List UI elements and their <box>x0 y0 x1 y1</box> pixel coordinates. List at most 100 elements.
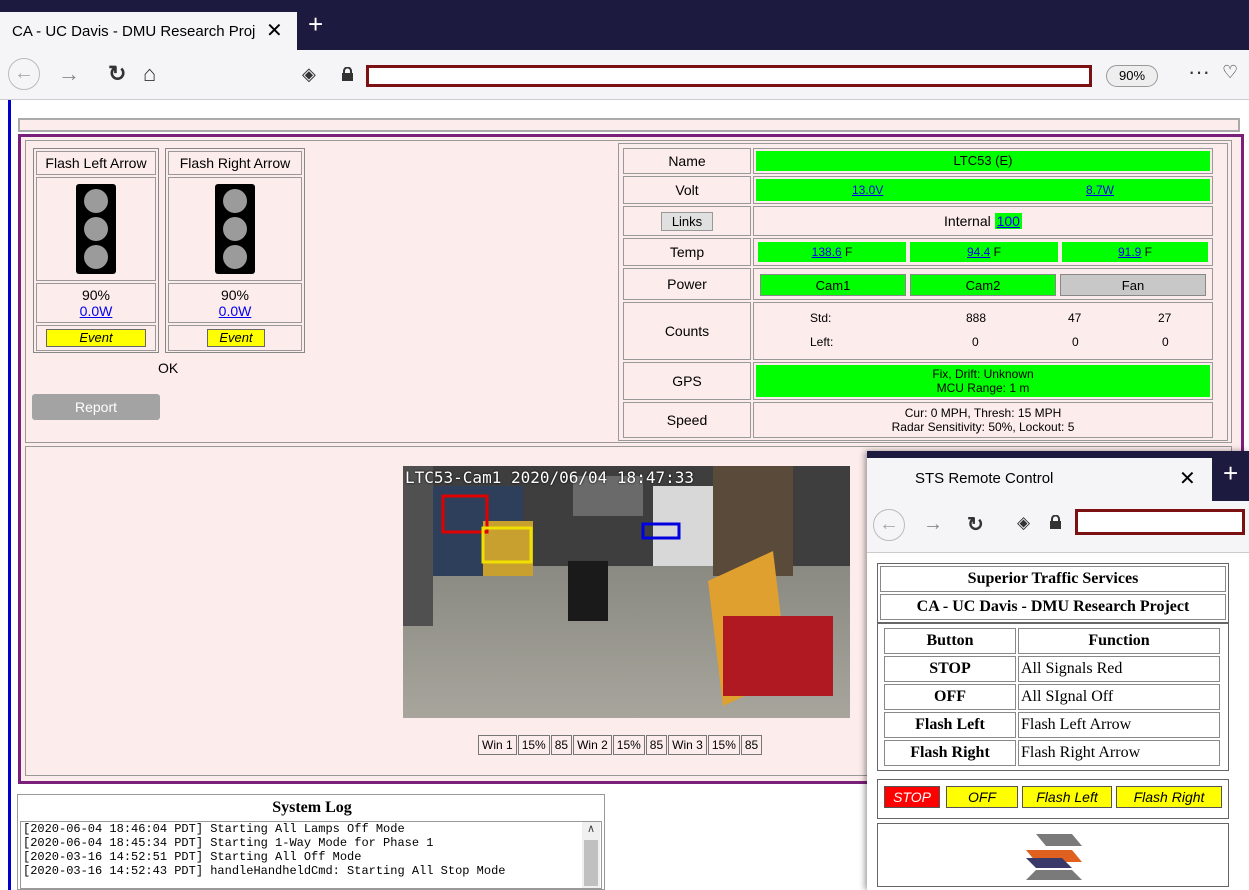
off-button[interactable]: OFF <box>946 786 1018 808</box>
links-text: Internal <box>944 213 991 229</box>
flash-right-button[interactable]: Flash Right <box>1116 786 1222 808</box>
popup-tab-title: STS Remote Control <box>915 470 1054 487</box>
lock-icon <box>341 66 354 81</box>
company-header: Superior Traffic Services CA - UC Davis … <box>877 563 1229 623</box>
counts-left-label: Left: <box>810 335 834 349</box>
win2-threshold[interactable]: 15% <box>612 735 645 755</box>
stop-button[interactable]: STOP <box>884 786 940 808</box>
log-line: [2020-06-04 18:46:04 PDT] Starting All L… <box>23 822 405 836</box>
scroll-thumb[interactable] <box>584 840 598 886</box>
camera-timestamp: LTC53-Cam1 2020/06/04 18:47:33 <box>405 468 694 487</box>
temp-cell: 138.6 F 94.4 F 91.9 F <box>753 238 1213 266</box>
win1-label[interactable]: Win 1 <box>478 735 517 755</box>
report-button[interactable]: Report <box>32 394 160 420</box>
popup-reload-icon[interactable]: ↻ <box>967 512 984 537</box>
zoom-level[interactable]: 90% <box>1106 65 1158 87</box>
speed-current: Cur: 0 MPH, Thresh: 15 MPH <box>904 406 1062 420</box>
pocket-icon[interactable]: ♡ <box>1222 60 1238 84</box>
lamp-event-cell: Event <box>36 325 156 351</box>
volt-label: Volt <box>623 176 751 204</box>
lamp-stats: 90% 0.0W <box>36 283 156 323</box>
win2-value[interactable]: 85 <box>645 735 668 755</box>
win3-label[interactable]: Win 3 <box>668 735 707 755</box>
lamp-panel-right: Flash Right Arrow 90% 0.0W Event <box>165 148 305 353</box>
gps-drift: Fix, Drift: Unknown <box>932 367 1034 381</box>
popup-url-bar[interactable] <box>1075 509 1245 535</box>
more-icon[interactable]: ··· <box>1188 60 1210 84</box>
counts-left-3: 0 <box>1162 335 1169 349</box>
shield-icon[interactable]: ◈ <box>302 62 316 86</box>
system-log-title: System Log <box>272 799 352 816</box>
popup-close-tab-icon[interactable]: ✕ <box>1179 466 1196 491</box>
log-line: [2020-03-16 14:52:51 PDT] Starting All O… <box>23 850 362 864</box>
traffic-light-icon <box>215 184 255 274</box>
power-fan-button[interactable]: Fan <box>1060 274 1206 296</box>
system-log-text[interactable]: [2020-06-04 18:46:04 PDT] Starting All L… <box>20 821 602 889</box>
counts-label: Counts <box>623 302 751 360</box>
popup-back-icon[interactable]: ← <box>873 509 905 541</box>
links-value[interactable]: 100 <box>994 213 1022 229</box>
volt-link-2[interactable]: 8.7W <box>1086 183 1114 197</box>
company-name: Superior Traffic Services <box>880 566 1226 592</box>
event-button[interactable]: Event <box>46 329 146 347</box>
url-bar[interactable] <box>366 65 1092 87</box>
popup-shield-icon[interactable]: ◈ <box>1017 513 1030 533</box>
forward-icon[interactable]: → <box>58 62 80 86</box>
win3-value[interactable]: 85 <box>740 735 763 755</box>
gps-cell: Fix, Drift: Unknown MCU Range: 1 m <box>753 362 1213 400</box>
traffic-light-icon <box>76 184 116 274</box>
links-cell: Internal 100 <box>753 206 1213 236</box>
volt-bar <box>756 179 1210 201</box>
links-button[interactable]: Links <box>660 211 714 231</box>
popup-nav-bar: ← → ↻ ◈ <box>867 501 1249 553</box>
power-cam1-button[interactable]: Cam1 <box>760 274 906 296</box>
win1-threshold[interactable]: 15% <box>517 735 550 755</box>
home-icon[interactable]: ⌂ <box>143 62 156 86</box>
back-icon[interactable]: ← <box>8 58 40 90</box>
close-tab-icon[interactable]: ✕ <box>266 18 283 43</box>
log-scrollbar[interactable]: ∧ <box>582 822 600 888</box>
popup-lock-icon <box>1049 514 1062 529</box>
counts-std-1: 888 <box>966 311 987 325</box>
row-button-stop: STOP <box>884 656 1016 682</box>
popup-forward-icon[interactable]: → <box>923 513 943 536</box>
power-label: Power <box>623 268 751 300</box>
unit-name: LTC53 (E) <box>756 151 1210 171</box>
power-cam2-button[interactable]: Cam2 <box>910 274 1056 296</box>
name-cell: LTC53 (E) <box>753 148 1213 174</box>
flash-left-button[interactable]: Flash Left <box>1022 786 1112 808</box>
counts-std-2: 47 <box>1068 311 1082 325</box>
lamp-percent: 90% <box>81 287 111 303</box>
links-label-cell: Links <box>623 206 751 236</box>
popup-tab[interactable]: STS Remote Control ✕ <box>867 458 1212 501</box>
log-line: [2020-03-16 14:52:43 PDT] handleHandheld… <box>23 864 506 878</box>
logo-box <box>877 823 1229 887</box>
counts-left-2: 0 <box>1072 335 1079 349</box>
browser-tab[interactable]: CA - UC Davis - DMU Research Proj ✕ <box>0 12 297 50</box>
popup-new-tab-icon[interactable]: + <box>1223 460 1238 486</box>
gps-range: MCU Range: 1 m <box>936 381 1030 395</box>
new-tab-icon[interactable]: + <box>308 11 323 37</box>
counts-left-1: 0 <box>972 335 979 349</box>
scroll-up-icon[interactable]: ∧ <box>582 822 600 835</box>
header-strip <box>18 118 1240 132</box>
lamp-power-link[interactable]: 0.0W <box>37 303 155 319</box>
counts-std-3: 27 <box>1158 311 1172 325</box>
lamp-status-text: OK <box>158 360 179 376</box>
win1-value[interactable]: 85 <box>550 735 573 755</box>
power-cell: Cam1 Cam2 Fan <box>753 268 1213 300</box>
project-name: CA - UC Davis - DMU Research Project <box>880 594 1226 620</box>
event-button[interactable]: Event <box>207 329 265 347</box>
temp-reading-2: 94.4 F <box>910 242 1058 262</box>
gps-label: GPS <box>623 362 751 400</box>
win3-threshold[interactable]: 15% <box>707 735 740 755</box>
lamp-power-link[interactable]: 0.0W <box>169 303 301 319</box>
win2-label[interactable]: Win 2 <box>573 735 612 755</box>
browser-nav-bar: ← → ↻ ⌂ ◈ 90% ··· ♡ <box>0 50 1249 100</box>
reload-icon[interactable]: ↻ <box>108 62 126 86</box>
sts-logo-icon <box>1026 834 1082 880</box>
lamp-stats: 90% 0.0W <box>168 283 302 323</box>
camera-feed[interactable]: LTC53-Cam1 2020/06/04 18:47:33 <box>403 466 850 718</box>
volt-link-1[interactable]: 13.0V <box>852 183 883 197</box>
temp-reading-3: 91.9 F <box>1062 242 1208 262</box>
